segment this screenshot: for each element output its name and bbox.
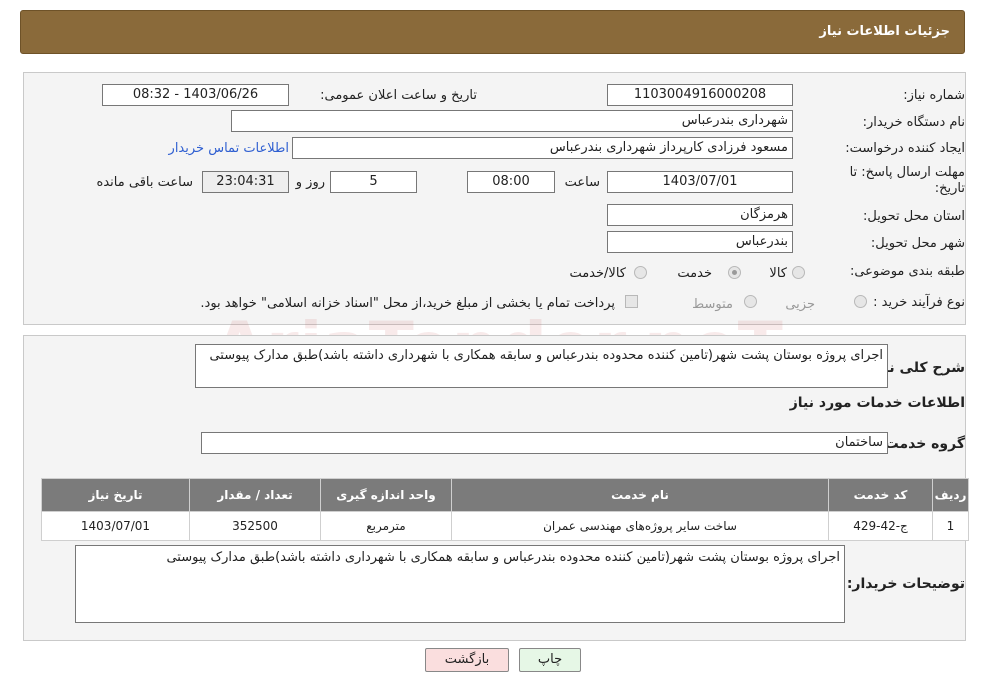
province-field[interactable]: هرمزگان: [607, 204, 793, 226]
col-quantity: تعداد / مقدار: [189, 478, 321, 512]
purchase-medium-radio[interactable]: [744, 295, 757, 308]
table-row: 1 ج-42-429 ساخت سایر پروژه‌های مهندسی عم…: [41, 511, 969, 541]
services-table-header: ردیف کد خدمت نام خدمت واحد اندازه گیری ت…: [41, 478, 969, 512]
city-label: شهر محل تحویل:: [870, 236, 965, 251]
col-need-date: تاریخ نیاز: [41, 478, 190, 512]
services-section-title: اطلاعات خدمات مورد نیاز: [789, 395, 965, 411]
cell-row-number: 1: [932, 511, 969, 541]
cell-service-code: ج-42-429: [828, 511, 933, 541]
buyer-notes-label: توضیحات خریدار:: [846, 576, 965, 592]
need-details-panel: شرح کلی نیاز: اجرای پروژه بوستان پشت شهر…: [23, 335, 969, 641]
category-goods-service-radio[interactable]: [634, 266, 647, 279]
col-service-name: نام خدمت: [451, 478, 829, 512]
category-goods-radio[interactable]: [792, 266, 805, 279]
col-service-code: کد خدمت: [828, 478, 933, 512]
deadline-days-field[interactable]: 5: [330, 171, 417, 193]
city-field[interactable]: بندرعباس: [607, 231, 793, 253]
services-table: ردیف کد خدمت نام خدمت واحد اندازه گیری ت…: [41, 478, 969, 541]
province-label: استان محل تحویل:: [863, 209, 965, 224]
category-goods-service-label: کالا/خدمت: [569, 266, 626, 281]
cell-service-name: ساخت سایر پروژه‌های مهندسی عمران: [451, 511, 829, 541]
back-button[interactable]: بازگشت: [425, 648, 509, 672]
buyer-contact-link[interactable]: اطلاعات تماس خریدار: [169, 141, 289, 156]
service-group-label: گروه خدمت:: [879, 436, 965, 452]
summary-textarea[interactable]: اجرای پروژه بوستان پشت شهر(تامین کننده م…: [195, 344, 888, 388]
purchase-medium-label: متوسط: [692, 297, 733, 312]
requester-label: ایجاد کننده درخواست:: [845, 141, 965, 156]
buyer-notes-textarea[interactable]: اجرای پروژه بوستان پشت شهر(تامین کننده م…: [75, 545, 845, 623]
need-number-field[interactable]: 1103004916000208: [607, 84, 793, 106]
announce-datetime-field[interactable]: 1403/06/26 - 08:32: [102, 84, 289, 106]
purchase-minor-radio[interactable]: [854, 295, 867, 308]
remaining-label: ساعت باقی مانده: [96, 175, 193, 190]
announce-datetime-label: تاریخ و ساعت اعلان عمومی:: [320, 88, 477, 103]
remaining-time-field: 23:04:31: [202, 171, 289, 193]
cell-unit: مترمربع: [320, 511, 452, 541]
cell-need-date: 1403/07/01: [41, 511, 190, 541]
days-label: روز و: [295, 175, 325, 190]
buyer-org-label: نام دستگاه خریدار:: [862, 115, 965, 130]
category-service-radio[interactable]: [728, 266, 741, 279]
purchase-type-label: نوع فرآیند خرید :: [873, 295, 965, 310]
treasury-payment-checkbox[interactable]: [625, 295, 638, 308]
buyer-org-field[interactable]: شهرداری بندرعباس: [231, 110, 793, 132]
treasury-payment-note: پرداخت تمام یا بخشی از مبلغ خرید،از محل …: [200, 296, 615, 311]
deadline-time-label: ساعت: [564, 175, 600, 190]
need-info-panel: AriaTender.neT شماره نیاز: 1103004916000…: [23, 72, 966, 385]
print-button[interactable]: چاپ: [519, 648, 581, 672]
page-header: جزئیات اطلاعات نیاز: [20, 10, 965, 54]
category-label: طبقه بندی موضوعی:: [849, 264, 965, 279]
deadline-date-field[interactable]: 1403/07/01: [607, 171, 793, 193]
need-number-label: شماره نیاز:: [903, 88, 965, 103]
col-row-number: ردیف: [932, 478, 969, 512]
deadline-time-field[interactable]: 08:00: [467, 171, 555, 193]
service-group-field[interactable]: ساختمان: [201, 432, 888, 454]
requester-field[interactable]: مسعود فرزادی کارپرداز شهرداری بندرعباس: [292, 137, 793, 159]
cell-quantity: 352500: [189, 511, 321, 541]
col-unit: واحد اندازه گیری: [320, 478, 452, 512]
category-service-label: خدمت: [677, 266, 712, 281]
deadline-label-line1: مهلت ارسال پاسخ: تا: [849, 165, 965, 180]
page-title: جزئیات اطلاعات نیاز: [819, 24, 950, 39]
deadline-label-line2: تاریخ:: [934, 181, 965, 196]
purchase-minor-label: جزیی: [785, 297, 815, 312]
category-goods-label: کالا: [769, 266, 787, 281]
